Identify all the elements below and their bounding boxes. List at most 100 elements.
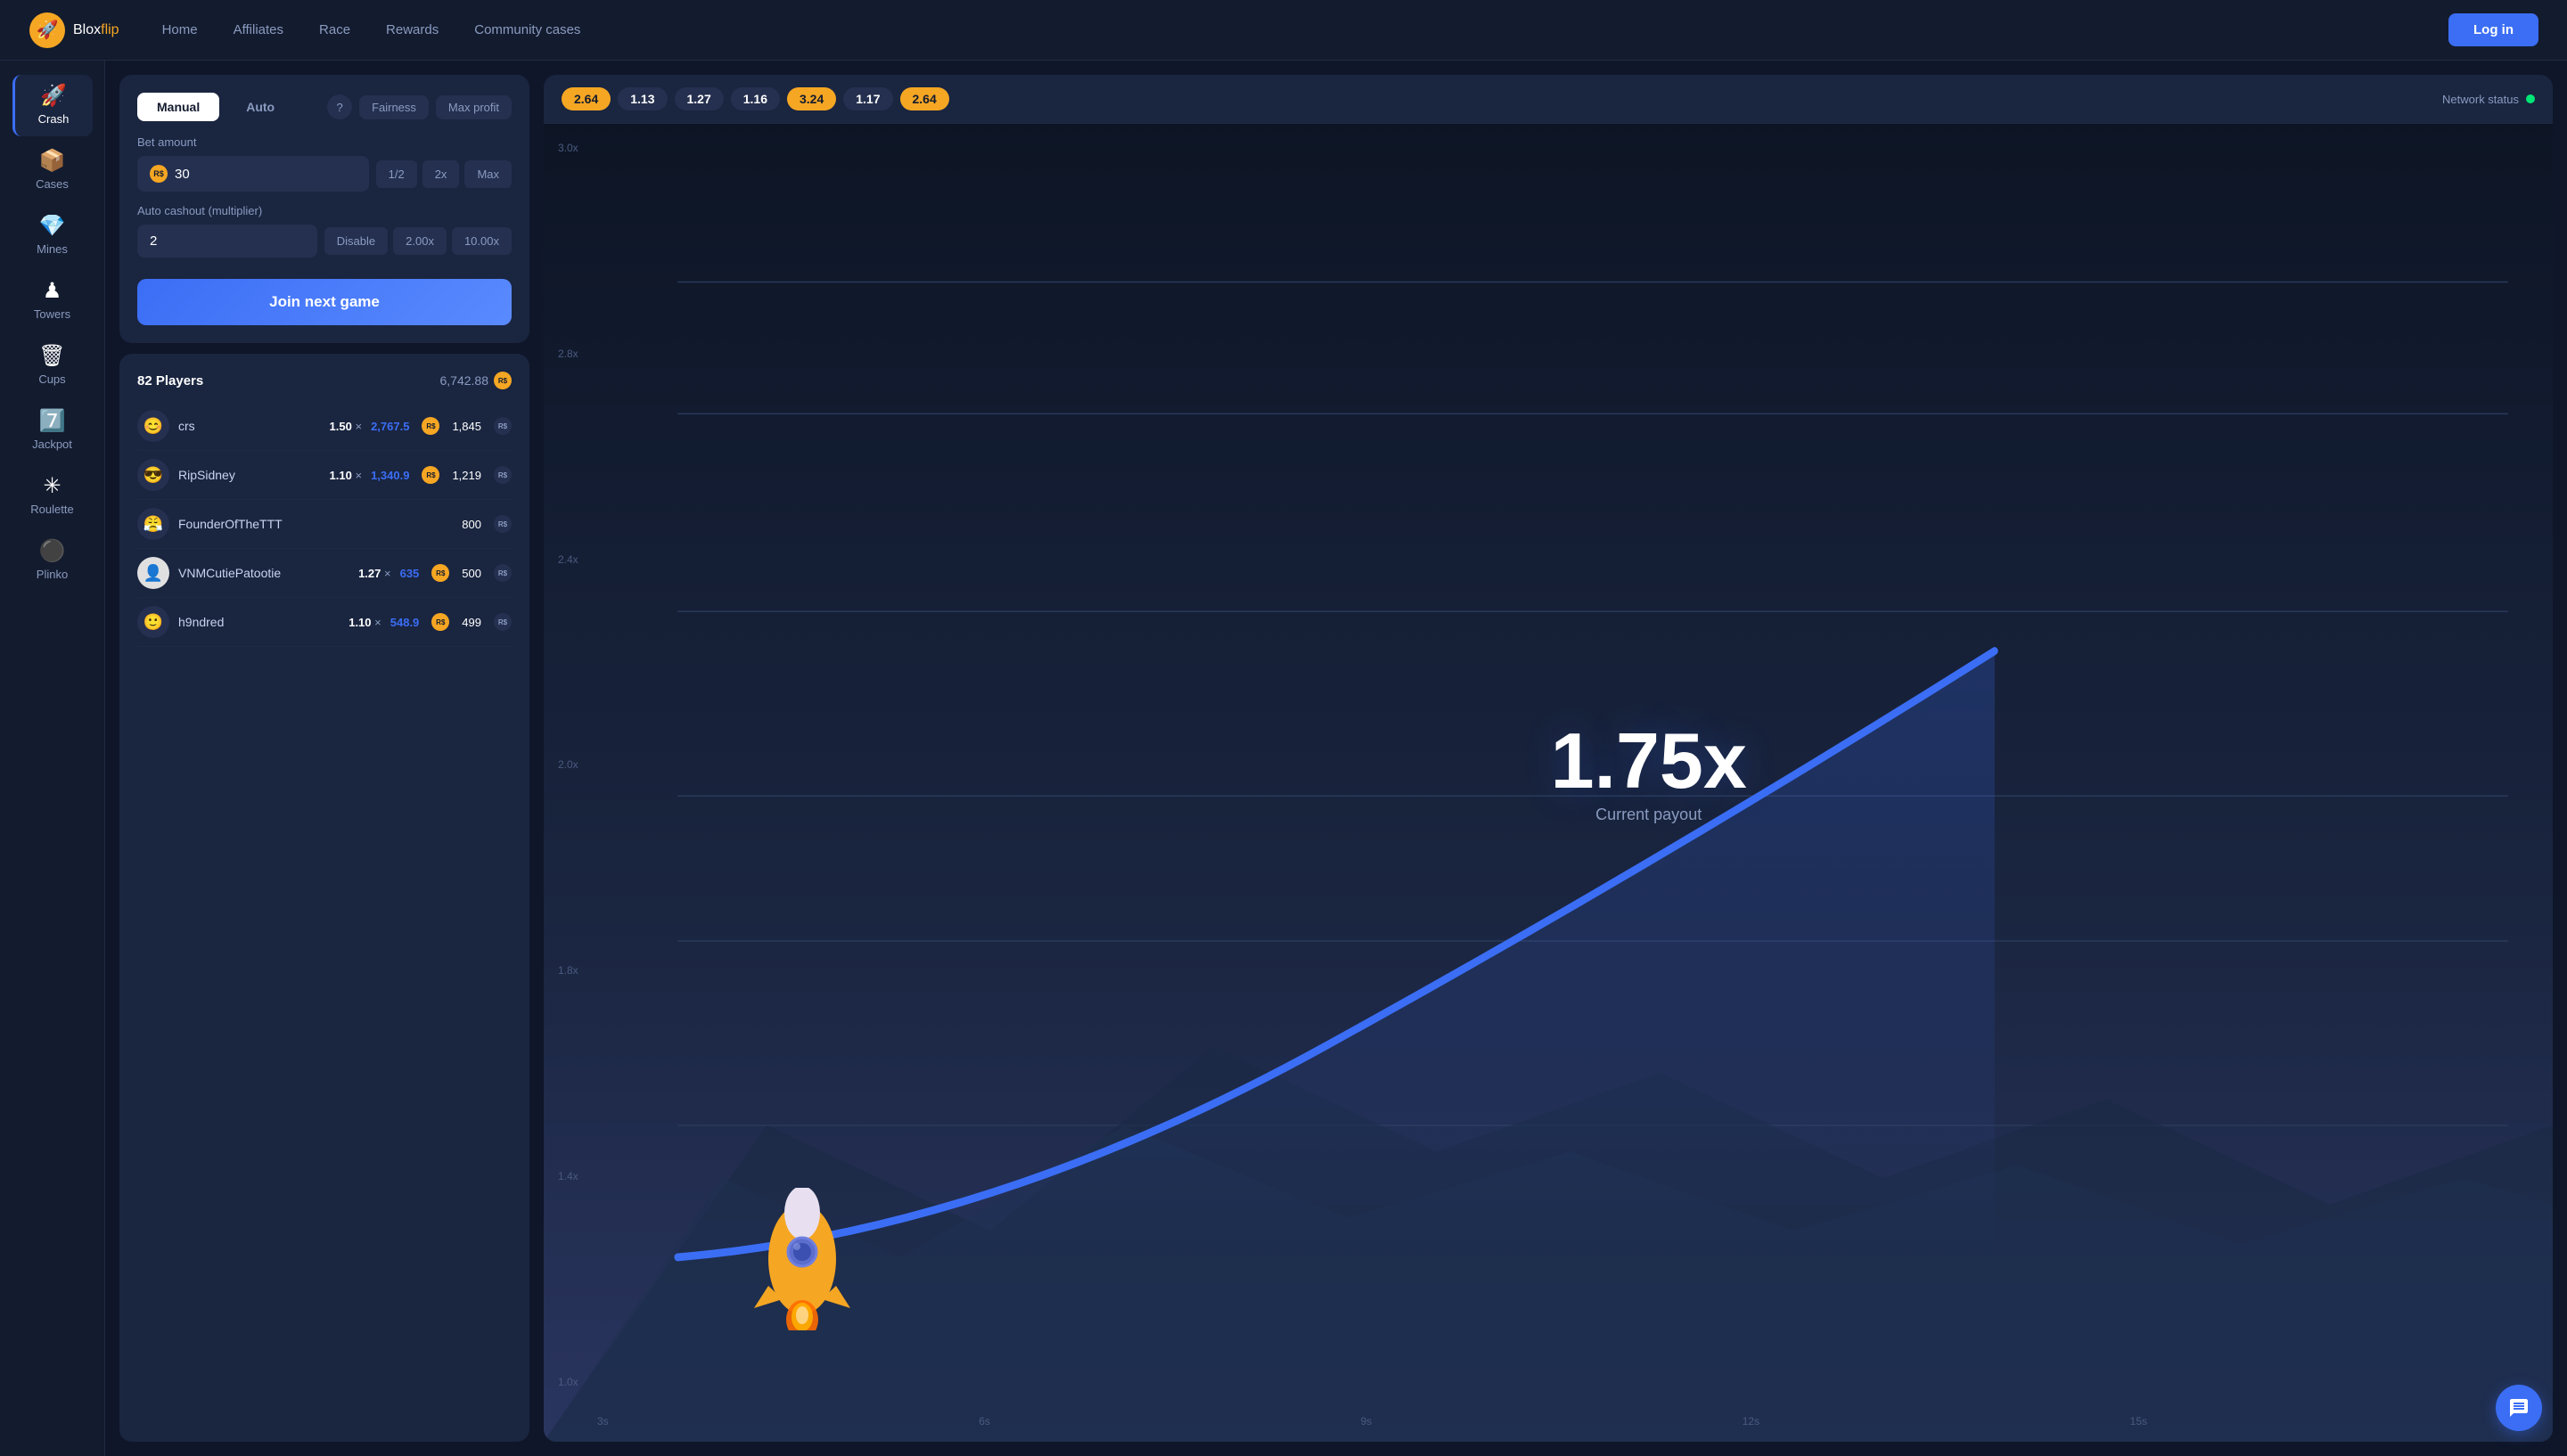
cashout-input[interactable] xyxy=(150,233,305,249)
sidebar-item-label-roulette: Roulette xyxy=(30,503,73,516)
rs-icon: R$ xyxy=(422,466,439,484)
tab-auto[interactable]: Auto xyxy=(226,93,294,121)
payout-display: 1.75x Current payout xyxy=(1551,722,1747,824)
logo-icon: 🚀 xyxy=(29,12,66,49)
y-label-6: 1.0x xyxy=(558,1376,578,1388)
y-label-0: 3.0x xyxy=(558,142,578,154)
cases-icon: 📦 xyxy=(39,151,66,172)
multiplier-badge-5[interactable]: 1.17 xyxy=(843,87,892,110)
sidebar-item-roulette[interactable]: ✳ Roulette xyxy=(12,465,93,527)
cashout-quick-btns: Disable 2.00x 10.00x xyxy=(324,227,512,255)
player-name: RipSidney xyxy=(178,468,321,482)
player-bet: 499 xyxy=(462,616,481,629)
autocashout-label: Auto cashout (multiplier) xyxy=(137,204,512,217)
bet-amount-input-wrapper[interactable]: R$ xyxy=(137,156,369,192)
y-axis: 3.0x 2.8x 2.4x 2.0x 1.8x 1.4x 1.0x xyxy=(558,142,578,1388)
bet-double-button[interactable]: 2x xyxy=(422,160,460,188)
crash-canvas: 3.0x 2.8x 2.4x 2.0x 1.8x 1.4x 1.0x 3s 6s… xyxy=(544,124,2553,1442)
sidebar-item-plinko[interactable]: ⚫ Plinko xyxy=(12,530,93,592)
help-button[interactable]: ? xyxy=(327,94,352,119)
sidebar-item-label-mines: Mines xyxy=(37,242,68,256)
sidebar-item-crash[interactable]: 🚀 Crash xyxy=(12,75,93,136)
cashout-disable-button[interactable]: Disable xyxy=(324,227,388,255)
crash-header: 2.64 1.13 1.27 1.16 3.24 1.17 2.64 Netwo… xyxy=(544,75,2553,124)
sidebar-item-towers[interactable]: ♟ Towers xyxy=(12,270,93,331)
players-list: 😊 crs 1.50 × 2,767.5 R$ 1,845 R$ xyxy=(137,402,512,1424)
multiplier-badge-6[interactable]: 2.64 xyxy=(900,87,949,110)
mines-icon: 💎 xyxy=(39,216,66,237)
avatar: 🙂 xyxy=(137,606,169,638)
nav-affiliates[interactable]: Affiliates xyxy=(234,19,283,41)
towers-icon: ♟ xyxy=(43,281,62,302)
player-win: 2,767.5 xyxy=(371,420,409,433)
status-dot xyxy=(2526,94,2535,103)
jackpot-icon: 7️⃣ xyxy=(39,411,66,432)
avatar: 😤 xyxy=(137,508,169,540)
y-label-5: 1.4x xyxy=(558,1170,578,1182)
tab-manual[interactable]: Manual xyxy=(137,93,219,121)
players-title: 82 Players xyxy=(137,373,203,389)
chat-button[interactable] xyxy=(2496,1385,2542,1431)
rocket-svg xyxy=(722,1188,882,1330)
nav-community-cases[interactable]: Community cases xyxy=(474,19,580,41)
table-row: 😊 crs 1.50 × 2,767.5 R$ 1,845 R$ xyxy=(137,402,512,451)
nav-race[interactable]: Race xyxy=(319,19,350,41)
sidebar-item-cups[interactable]: 🗑 Cups xyxy=(12,335,93,397)
table-row: 👤 VNMCutiePatootie 1.27 × 635 R$ 500 R$ xyxy=(137,549,512,598)
sidebar-item-label-cups: Cups xyxy=(38,372,65,386)
sidebar-item-jackpot[interactable]: 7️⃣ Jackpot xyxy=(12,400,93,462)
payout-value: 1.75x xyxy=(1551,722,1747,800)
sidebar-item-mines[interactable]: 💎 Mines xyxy=(12,205,93,266)
crash-game-panel: 2.64 1.13 1.27 1.16 3.24 1.17 2.64 Netwo… xyxy=(544,75,2553,1442)
player-multiplier: 1.10 × xyxy=(349,616,381,629)
avatar: 😊 xyxy=(137,410,169,442)
multiplier-badge-0[interactable]: 2.64 xyxy=(562,87,611,110)
multiplier-badge-1[interactable]: 1.13 xyxy=(618,87,667,110)
players-total: 6,742.88 R$ xyxy=(440,372,513,389)
bet-half-button[interactable]: 1/2 xyxy=(376,160,417,188)
player-name: VNMCutiePatootie xyxy=(178,566,349,580)
payout-label: Current payout xyxy=(1551,806,1747,824)
content-area: Manual Auto ? Fairness Max profit Bet am… xyxy=(105,61,2567,1456)
bet-amount-input[interactable] xyxy=(175,167,357,182)
sidebar-item-cases[interactable]: 📦 Cases xyxy=(12,140,93,201)
rs-icon: R$ xyxy=(422,417,439,435)
x-label-3: 12s xyxy=(1743,1415,1759,1427)
bet-quick-btns: 1/2 2x Max xyxy=(376,160,512,188)
cups-icon: 🗑 xyxy=(38,346,65,367)
nav-home[interactable]: Home xyxy=(162,19,198,41)
table-row: 😎 RipSidney 1.10 × 1,340.9 R$ 1,219 R$ xyxy=(137,451,512,500)
sidebar-item-label-towers: Towers xyxy=(34,307,70,321)
cashout-2x-button[interactable]: 2.00x xyxy=(393,227,447,255)
login-button[interactable]: Log in xyxy=(2448,13,2538,46)
multiplier-badge-4[interactable]: 3.24 xyxy=(787,87,836,110)
cashout-10x-button[interactable]: 10.00x xyxy=(452,227,512,255)
tabs-row: Manual Auto ? Fairness Max profit xyxy=(137,93,512,121)
rs-icon-small: R$ xyxy=(494,564,512,582)
player-multiplier: 1.50 × xyxy=(330,420,363,433)
players-header: 82 Players 6,742.88 R$ xyxy=(137,372,512,389)
logo[interactable]: 🚀 Bloxflip xyxy=(29,12,119,49)
join-next-game-button[interactable]: Join next game xyxy=(137,279,512,325)
player-bet: 1,219 xyxy=(452,469,481,482)
player-bet: 500 xyxy=(462,567,481,580)
x-axis: 3s 6s 9s 12s 15s 18s xyxy=(597,1415,2535,1427)
rs-icon-small: R$ xyxy=(494,515,512,533)
fairness-button[interactable]: Fairness xyxy=(359,95,429,119)
multiplier-badge-3[interactable]: 1.16 xyxy=(731,87,780,110)
cashout-row: Disable 2.00x 10.00x xyxy=(137,225,512,258)
network-status: Network status xyxy=(2442,93,2535,106)
maxprofit-button[interactable]: Max profit xyxy=(436,95,512,119)
players-card: 82 Players 6,742.88 R$ 😊 crs 1.50 × xyxy=(119,354,529,1442)
y-label-3: 2.0x xyxy=(558,758,578,771)
player-multiplier: 1.27 × xyxy=(358,567,391,580)
rs-icon-small: R$ xyxy=(494,466,512,484)
sidebar-item-label-cases: Cases xyxy=(36,177,69,191)
player-win: 635 xyxy=(400,567,420,580)
bet-max-button[interactable]: Max xyxy=(464,160,512,188)
cashout-input-wrapper[interactable] xyxy=(137,225,317,258)
player-win: 1,340.9 xyxy=(371,469,409,482)
avatar: 👤 xyxy=(137,557,169,589)
nav-rewards[interactable]: Rewards xyxy=(386,19,439,41)
multiplier-badge-2[interactable]: 1.27 xyxy=(675,87,724,110)
